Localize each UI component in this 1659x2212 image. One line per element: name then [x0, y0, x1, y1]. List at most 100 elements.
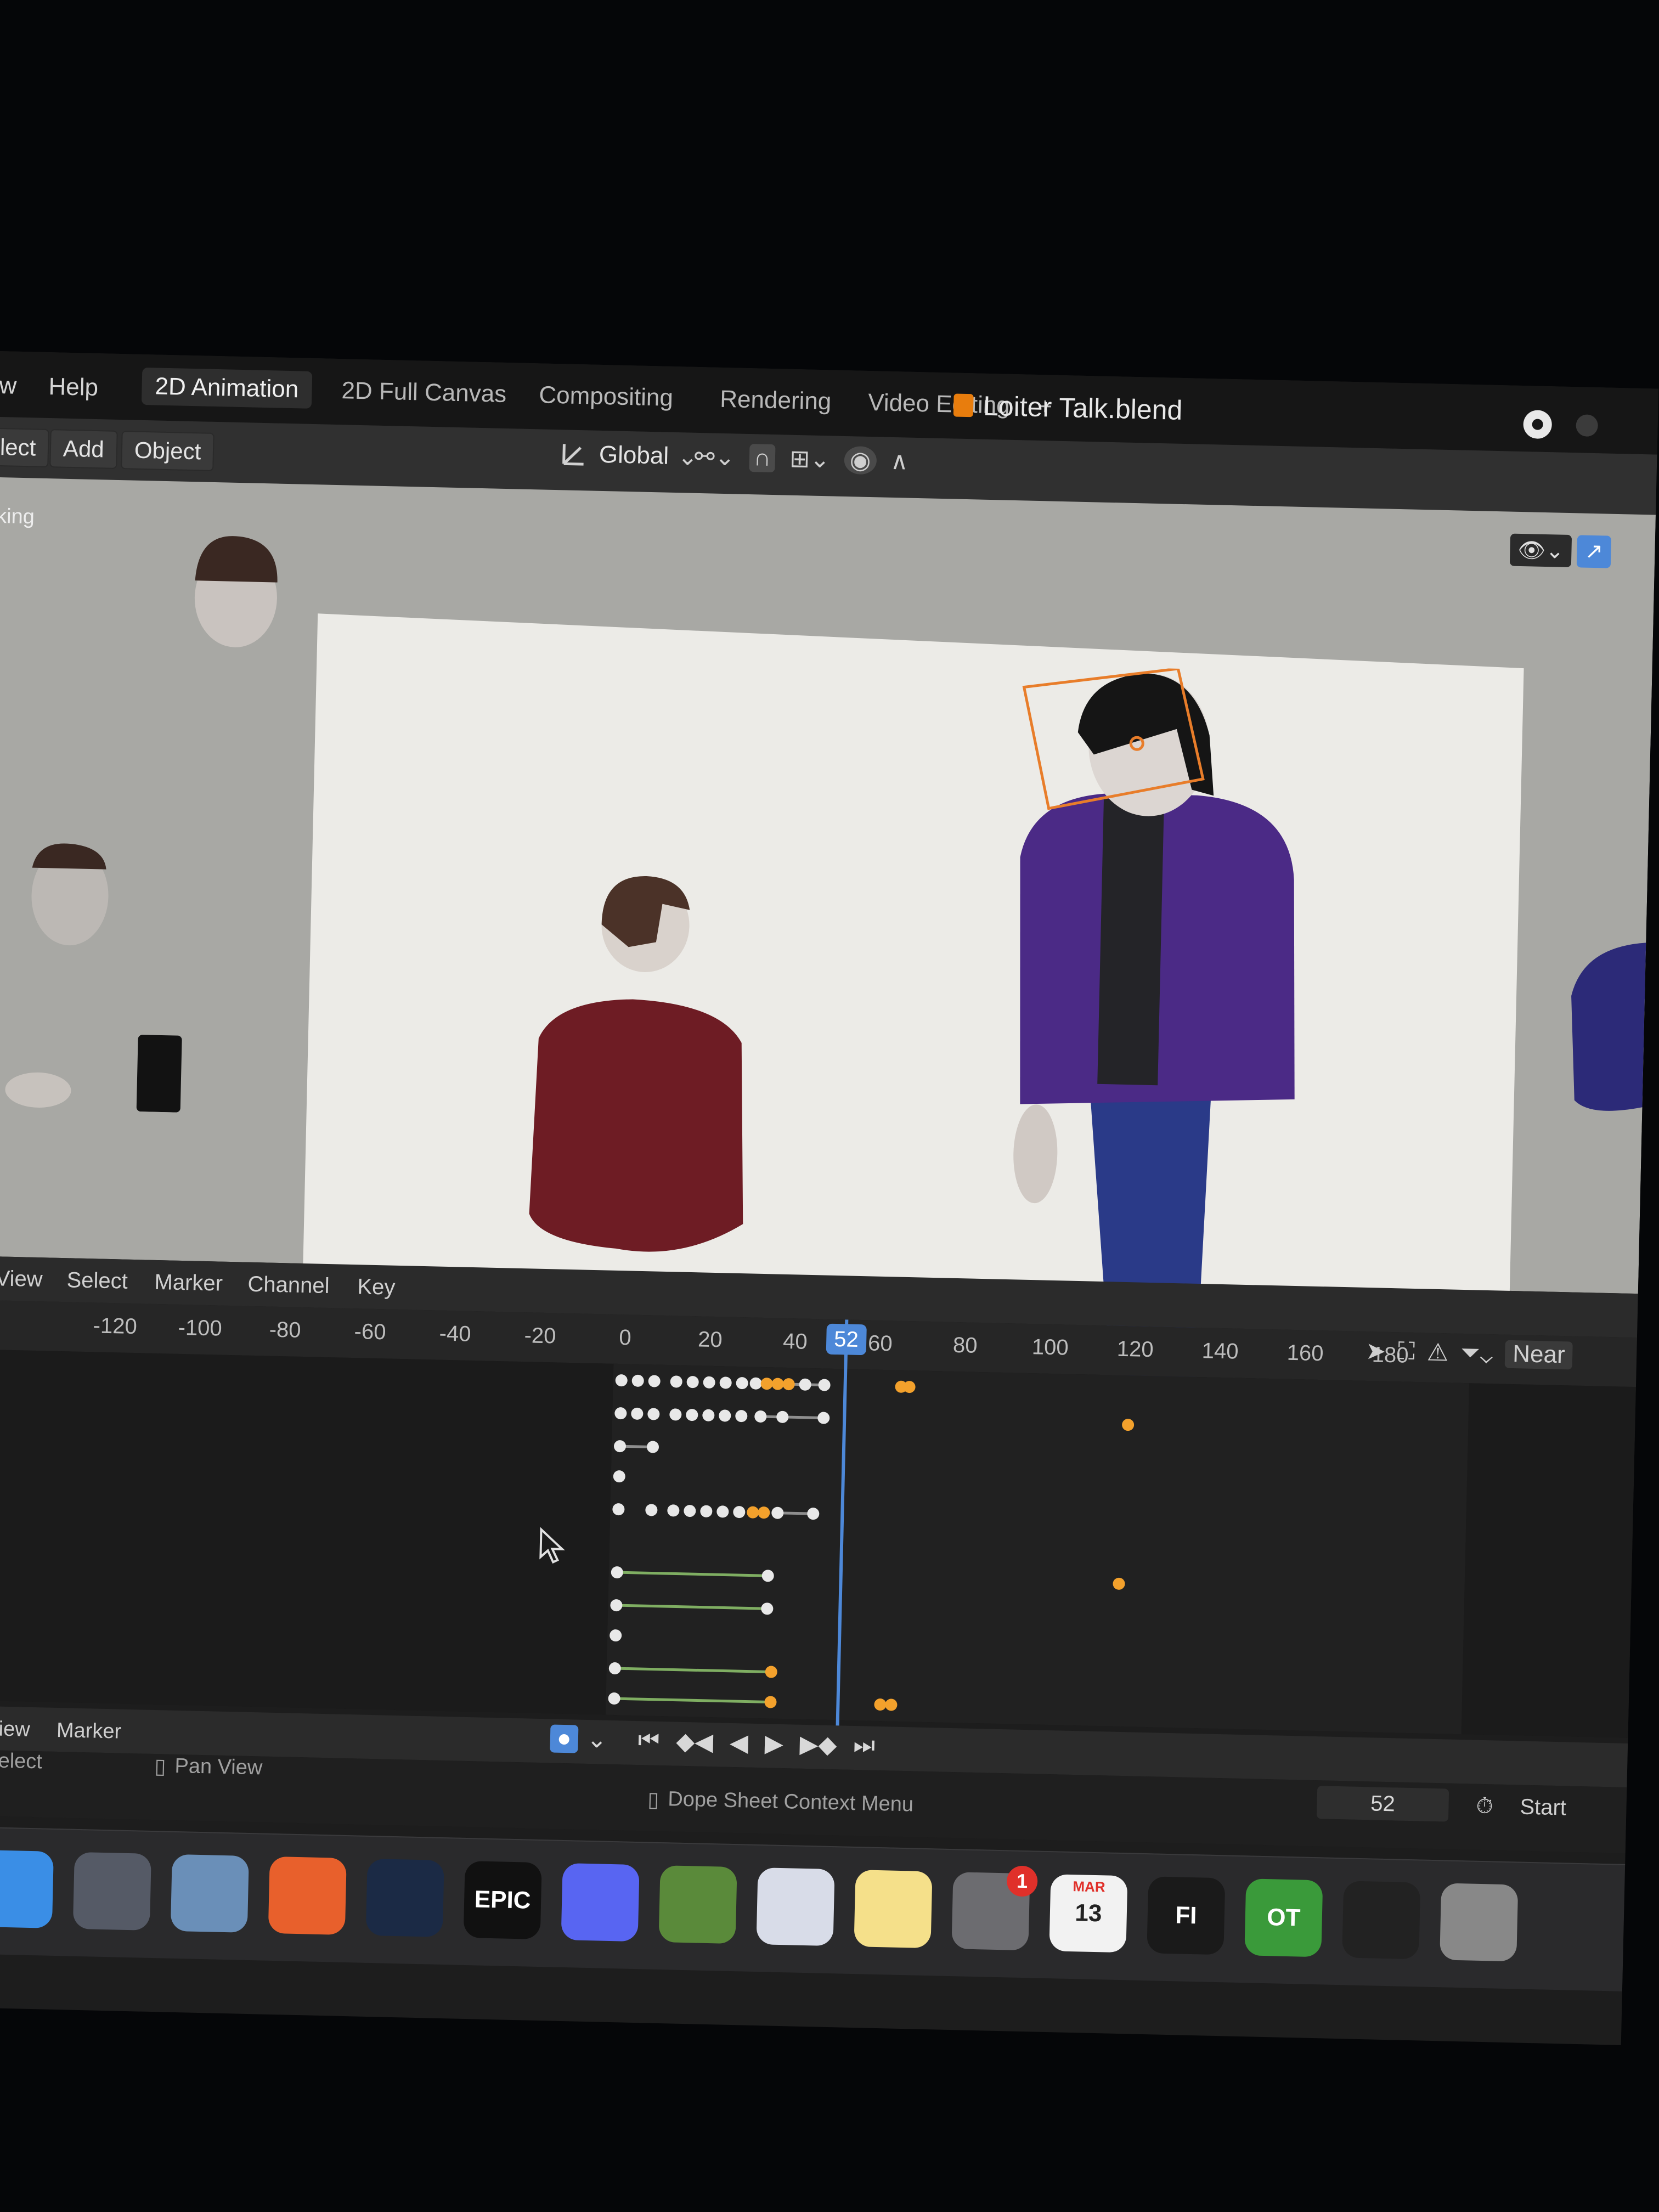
app-blue-icon[interactable] [756, 1867, 835, 1946]
ruler-tick: 140 [1201, 1339, 1239, 1364]
ruler-tick: 120 [1116, 1336, 1154, 1362]
launchpad-icon[interactable] [72, 1852, 151, 1931]
mouse-cursor-icon [539, 1527, 565, 1564]
ruler-tick: -100 [178, 1315, 223, 1341]
character-boy[interactable] [517, 862, 768, 1285]
prev-keyframe-icon[interactable]: ◆◀ [676, 1728, 714, 1757]
dock-label: FI [1175, 1901, 1197, 1929]
scroll-arrows-icon[interactable]: ↔ [0, 1308, 2, 1336]
timeline-menu-marker[interactable]: Marker [56, 1719, 122, 1744]
calendar-icon[interactable]: MAR 13 [1049, 1874, 1128, 1953]
macos-dock: EPIC 1 MAR 13 FI OT [0, 1826, 1626, 1991]
ruler-tick: -120 [93, 1313, 138, 1339]
visibility-eye-icon[interactable]: 👁⌄ [1509, 533, 1572, 568]
ruler-tick: 20 [697, 1327, 723, 1352]
dopesheet-menu-channel[interactable]: Channel [247, 1272, 330, 1299]
stopwatch-icon[interactable]: ⏱ [1476, 1794, 1493, 1819]
mouse-right-icon: ▯ [647, 1788, 659, 1812]
scene-range-band [605, 1363, 1470, 1735]
object-menu-button[interactable]: Object [121, 431, 215, 471]
dopesheet-menu-marker[interactable]: Marker [154, 1270, 223, 1296]
blender-window: w Help 2D Animation 2D Full Canvas Compo… [0, 351, 1659, 2045]
notes-icon[interactable] [854, 1870, 933, 1949]
menu-help[interactable]: Help [48, 373, 99, 402]
context-menu-label: Dope Sheet Context Menu [667, 1787, 914, 1816]
firefox-icon[interactable] [268, 1856, 347, 1936]
dopesheet-menu-key[interactable]: Key [357, 1274, 396, 1300]
finder-icon[interactable] [0, 1849, 54, 1928]
3d-viewport[interactable]: king 👁⌄ ↗ [0, 477, 1656, 1404]
minecraft-icon[interactable] [658, 1865, 737, 1944]
falloff-curve-icon[interactable]: ∧ [890, 447, 909, 476]
add-menu-button[interactable]: Add [49, 429, 118, 469]
frame-start-label[interactable]: Start [1520, 1795, 1566, 1821]
filter-icon[interactable]: ⏷⌄ [1460, 1339, 1493, 1368]
pivot-point-icon[interactable]: ⚯⌄ [694, 443, 735, 472]
status-pan-hint: ▯ Pan View [154, 1754, 263, 1781]
frame-all-icon[interactable]: ⛶ [1398, 1338, 1415, 1366]
system-preferences-icon[interactable]: 1 [951, 1865, 1038, 1951]
user-icon[interactable] [1567, 406, 1607, 445]
gizmo-toggle-icon[interactable]: ↗ [1577, 535, 1611, 568]
current-frame-field[interactable]: 52 [1316, 1786, 1449, 1822]
dopesheet-menu-select[interactable]: Select [66, 1268, 128, 1294]
dvd-player-icon[interactable] [1440, 1883, 1519, 1962]
ruler-tick: -40 [439, 1321, 471, 1346]
dopesheet-tracks[interactable] [0, 1349, 1636, 1738]
snap-magnet-icon[interactable]: ∩ [749, 444, 776, 473]
file-name: Loiter Talk.blend [983, 390, 1183, 426]
epic-games-icon[interactable]: EPIC [463, 1860, 542, 1940]
ruler-tick: 0 [618, 1325, 632, 1350]
dopesheet-filter-controls: ➤ ⛶ ⚠ ⏷⌄ Near [1365, 1337, 1573, 1370]
play-icon[interactable]: ▶ [764, 1729, 783, 1758]
ot-app-icon[interactable]: OT [1244, 1878, 1323, 1957]
tab-2d-full-canvas[interactable]: 2D Full Canvas [328, 372, 520, 414]
fi-app-icon[interactable]: FI [1147, 1876, 1226, 1955]
next-keyframe-icon[interactable]: ▶◆ [799, 1730, 837, 1759]
hand-asset-icon [5, 1072, 71, 1108]
play-reverse-icon[interactable]: ◀ [730, 1729, 749, 1757]
calendar-month: MAR [1073, 1878, 1105, 1895]
steam-icon[interactable] [365, 1858, 444, 1938]
sync-icon[interactable] [1513, 402, 1563, 447]
tab-2d-animation[interactable]: 2D Animation [141, 367, 313, 409]
timeline-menu-view[interactable]: View [0, 1717, 30, 1742]
tab-rendering[interactable]: Rendering [707, 380, 845, 421]
notification-badge: 1 [1006, 1865, 1038, 1897]
jump-end-icon[interactable]: ⏭ [853, 1731, 876, 1760]
dock-label: EPIC [474, 1886, 532, 1914]
ruler-tick: 40 [782, 1329, 808, 1354]
current-frame-indicator[interactable]: 52 [826, 1323, 867, 1356]
dopesheet-menu-view[interactable]: View [0, 1266, 43, 1292]
transform-orientation-value: Global [599, 441, 669, 470]
playback-controls: ⏮ ◆◀ ◀ ▶ ▶◆ ⏭ [637, 1726, 875, 1760]
jump-start-icon[interactable]: ⏮ [637, 1726, 660, 1755]
mouse-middle-icon: ▯ [154, 1755, 166, 1779]
viewport-overlay-label: king [0, 504, 35, 529]
status-select-hint: x Select [0, 1748, 43, 1774]
only-selected-icon[interactable]: ➤ [1365, 1337, 1386, 1365]
final-cut-icon[interactable] [1342, 1881, 1421, 1960]
proportional-edit-icon[interactable]: ◉ [844, 445, 877, 475]
snap-mode-dropdown[interactable]: Near [1504, 1340, 1573, 1370]
record-controls: ● ⌄ [550, 1724, 607, 1753]
ruler-tick: 100 [1031, 1335, 1069, 1360]
pan-view-label: Pan View [174, 1754, 263, 1780]
tab-compositing[interactable]: Compositing [526, 376, 687, 417]
orientation-axes-icon [562, 444, 584, 466]
blend-file-icon [953, 393, 974, 417]
discord-icon[interactable] [561, 1863, 640, 1942]
ruler-tick: 60 [867, 1331, 893, 1356]
ruler-tick: -20 [524, 1323, 556, 1348]
snap-increment-icon[interactable]: ⊞⌄ [789, 445, 831, 474]
chevron-down-icon[interactable]: ⌄ [586, 1725, 607, 1754]
transform-orientation-dropdown[interactable]: Global ⌄ [557, 437, 698, 473]
select-menu-button[interactable]: lect [0, 427, 50, 468]
auto-keying-icon[interactable]: ● [550, 1724, 579, 1753]
ruler-tick: 160 [1286, 1340, 1324, 1366]
ruler-tick: 80 [952, 1333, 978, 1358]
menu-window[interactable]: w [0, 372, 17, 400]
warning-icon[interactable]: ⚠ [1426, 1338, 1449, 1367]
character-offscreen [1571, 943, 1646, 1111]
mail-icon[interactable] [170, 1854, 249, 1933]
